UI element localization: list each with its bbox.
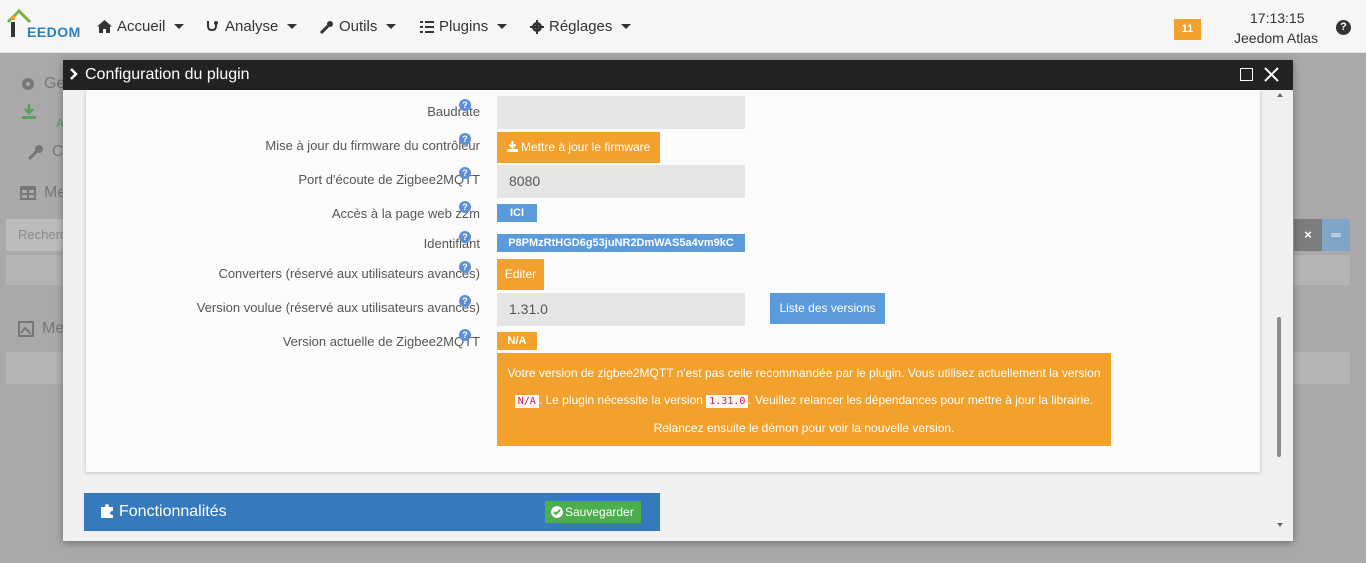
maximize-icon[interactable] — [1240, 68, 1253, 81]
chevron-down-icon — [621, 24, 632, 29]
identifier-label: Identifiant — [423, 236, 480, 251]
version-current-label: Version actuelle de Zigbee2MQTT — [282, 334, 480, 349]
scroll-thumb[interactable] — [1277, 317, 1281, 457]
bg-clear-button: × — [1294, 219, 1322, 251]
chevron-down-icon — [287, 24, 298, 29]
clock: 17:13:15 — [1250, 10, 1305, 26]
config-panel: Baudrate ? Mise à jour du firmware du co… — [86, 90, 1260, 472]
help-icon[interactable]: ? — [459, 329, 471, 341]
plugin-config-modal: Configuration du plugin Baudrate ? Mise … — [63, 60, 1293, 541]
nav-analyse-label: Analyse — [225, 18, 279, 35]
wrench-icon — [28, 145, 43, 160]
save-label: Sauvegarder — [565, 505, 634, 519]
identifier-value: P8PMzRtHGD6g53juNR2DmWAS5a4vm9kC — [497, 234, 745, 252]
scroll-up-arrow-icon[interactable] — [1277, 93, 1283, 97]
top-navbar: EEDOM Accueil Analyse Outils Plugins Rég… — [0, 0, 1366, 53]
nav-plugins-label: Plugins — [439, 18, 489, 35]
edit-converters-button[interactable]: Editer — [497, 259, 544, 290]
chevron-down-icon — [386, 24, 397, 29]
bg-search-input: Recherc — [6, 219, 66, 251]
help-icon[interactable]: ? — [1336, 20, 1351, 35]
help-icon[interactable]: ? — [459, 99, 471, 111]
bg-row5-label: Me — [42, 320, 65, 337]
notification-badge[interactable]: 11 — [1174, 19, 1201, 40]
alert-code-required: 1.31.0 — [706, 394, 749, 408]
bg-toggle-button: ═ — [1322, 219, 1350, 251]
features-title: Fonctionnalités — [119, 503, 227, 520]
update-firmware-label: Mettre à jour le firmware — [520, 140, 651, 154]
version-warning-alert: Votre version de zigbee2MQTT n'est pas c… — [497, 353, 1111, 446]
table-icon — [20, 186, 36, 200]
help-icon[interactable]: ? — [459, 261, 471, 273]
check-circle-icon — [551, 506, 563, 518]
save-button[interactable]: Sauvegarder — [545, 501, 641, 523]
close-icon[interactable] — [1264, 67, 1279, 82]
nav-outils[interactable]: Outils — [320, 18, 397, 35]
firmware-label: Mise à jour du firmware du contrôleur — [265, 138, 480, 153]
bg-equipment-row2: Me — [18, 320, 64, 338]
bg-row3-label: C — [52, 143, 64, 160]
baudrate-input[interactable] — [497, 96, 745, 129]
web-link-tag[interactable]: ICI — [497, 204, 537, 222]
nav-accueil-label: Accueil — [117, 18, 166, 35]
modal-header: Configuration du plugin — [63, 60, 1293, 90]
port-input[interactable]: 8080 — [497, 165, 745, 198]
nav-reglages[interactable]: Réglages — [530, 18, 632, 35]
version-wanted-input[interactable]: 1.31.0 — [497, 293, 745, 326]
bg-config-row: C — [28, 143, 64, 161]
chevron-down-icon — [497, 24, 508, 29]
converters-label: Converters (réservé aux utilisateurs ava… — [218, 266, 480, 281]
wrench-icon — [320, 20, 333, 34]
image-icon — [18, 321, 34, 337]
help-icon[interactable]: ? — [459, 295, 471, 307]
version-wanted-label: Version voulue (réservé aux utilisateurs… — [196, 300, 480, 315]
bg-download-row — [22, 104, 36, 120]
modal-title: Configuration du plugin — [85, 66, 250, 83]
user-name[interactable]: Jeedom Atlas — [1234, 30, 1318, 46]
logo-text: EEDOM — [27, 24, 81, 40]
stethoscope-icon — [207, 20, 218, 31]
features-panel-header[interactable]: Fonctionnalités Sauvegarder — [84, 493, 660, 531]
nav-outils-label: Outils — [339, 18, 378, 35]
scroll-down-arrow-icon[interactable] — [1277, 523, 1283, 527]
help-icon[interactable]: ? — [459, 167, 471, 179]
versions-list-button[interactable]: Liste des versions — [770, 293, 885, 324]
jeedom-logo[interactable]: EEDOM — [6, 8, 81, 42]
nav-plugins[interactable]: Plugins — [420, 18, 508, 35]
nav-analyse[interactable]: Analyse — [206, 18, 298, 35]
alert-text-2: . Le plugin nécessite la version — [538, 392, 703, 407]
download-icon — [506, 141, 518, 152]
help-icon[interactable]: ? — [459, 201, 471, 213]
help-icon[interactable]: ? — [459, 231, 471, 243]
gear-icon — [530, 19, 544, 34]
update-firmware-button[interactable]: Mettre à jour le firmware — [497, 132, 660, 163]
home-icon — [97, 20, 112, 33]
nav-accueil[interactable]: Accueil — [97, 18, 185, 35]
tasks-icon — [420, 20, 434, 33]
alert-text-1: Votre version de zigbee2MQTT n'est pas c… — [507, 366, 1101, 380]
nav-reglages-label: Réglages — [549, 18, 613, 35]
webpage-label: Accès à la page web z2m — [331, 206, 480, 221]
bg-equipment-row: Me — [20, 184, 66, 202]
puzzle-icon — [101, 504, 113, 518]
version-current-tag: N/A — [497, 332, 537, 350]
chevron-right-icon — [70, 68, 78, 80]
baudrate-label: Baudrate — [427, 104, 480, 119]
help-icon[interactable]: ? — [459, 133, 471, 145]
port-label: Port d'écoute de Zigbee2MQTT — [298, 172, 480, 187]
bg-general-row: Ge — [20, 75, 65, 93]
alert-code-current: N/A — [514, 394, 539, 408]
download-icon — [22, 104, 36, 119]
chevron-down-icon — [174, 24, 185, 29]
modal-scrollbar[interactable] — [1275, 90, 1287, 541]
gear-icon — [22, 78, 34, 90]
